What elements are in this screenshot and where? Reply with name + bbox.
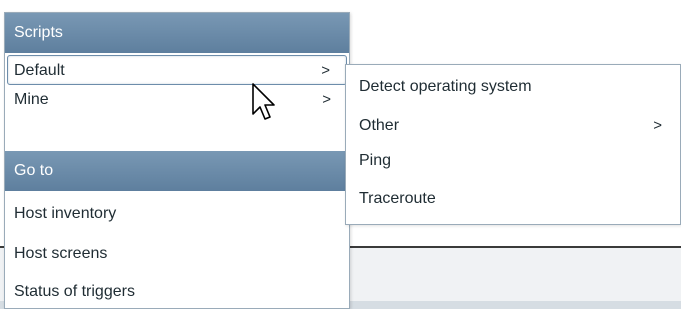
submenu-item-detect-os[interactable]: Detect operating system bbox=[346, 69, 680, 105]
menu-item-label: Mine bbox=[14, 91, 49, 108]
menu-item-label: Status of triggers bbox=[14, 283, 135, 300]
submenu-item-other[interactable]: Other > bbox=[346, 108, 680, 144]
menu-item-host-screens[interactable]: Host screens bbox=[5, 239, 349, 269]
chevron-right-icon: > bbox=[653, 117, 662, 134]
context-menu: Scripts Default > Mine > Go to Host inve… bbox=[4, 12, 350, 309]
arrow-cursor-icon bbox=[252, 83, 275, 120]
submenu-item-label: Ping bbox=[359, 152, 392, 169]
menu-item-status-of-triggers[interactable]: Status of triggers bbox=[5, 277, 349, 307]
menu-item-label: Host screens bbox=[14, 245, 108, 262]
chevron-right-icon: > bbox=[321, 62, 330, 79]
submenu-item-traceroute[interactable]: Traceroute bbox=[346, 181, 680, 217]
submenu-item-label: Detect operating system bbox=[359, 78, 532, 95]
menu-item-default[interactable]: Default > bbox=[7, 55, 347, 85]
submenu-default: Detect operating system Other > Ping Tra… bbox=[345, 64, 681, 225]
submenu-item-label: Other bbox=[359, 117, 400, 134]
chevron-right-icon: > bbox=[322, 91, 331, 108]
section-header-go-to: Go to bbox=[5, 151, 349, 191]
menu-item-host-inventory[interactable]: Host inventory bbox=[5, 199, 349, 229]
menu-item-mine[interactable]: Mine > bbox=[5, 85, 349, 115]
submenu-item-ping[interactable]: Ping bbox=[346, 143, 680, 179]
section-header-scripts: Scripts bbox=[5, 13, 349, 53]
submenu-item-label: Traceroute bbox=[359, 190, 436, 207]
menu-item-label: Host inventory bbox=[14, 205, 117, 222]
menu-item-label: Default bbox=[14, 62, 65, 79]
